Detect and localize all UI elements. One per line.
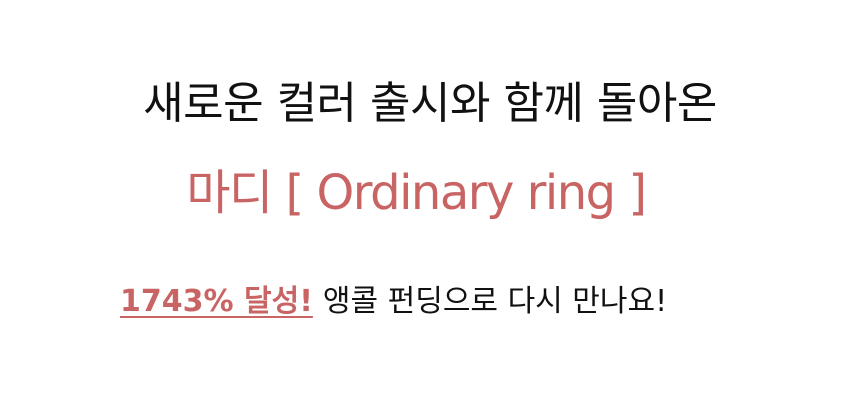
product-name: 마디 [ Ordinary ring ] [186, 165, 647, 221]
headline: 새로운 컬러 출시와 함께 돌아온 [143, 78, 717, 129]
tagline-text: 앵콜 펀딩으로 다시 만나요! [322, 284, 668, 319]
achievement-highlight: 1743% 달성! [120, 284, 313, 319]
tagline: 1743% 달성! 앵콜 펀딩으로 다시 만나요! [120, 284, 667, 320]
